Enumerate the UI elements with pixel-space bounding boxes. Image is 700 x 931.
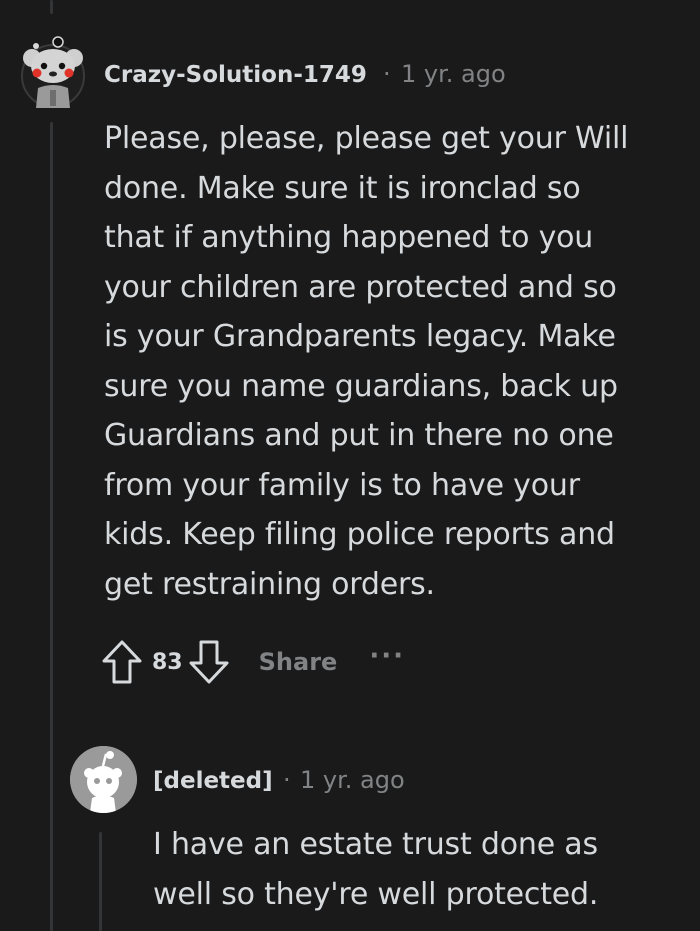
comment-separator: · xyxy=(383,60,391,88)
downvote-button[interactable] xyxy=(187,638,231,686)
comment-actions: 83 Share ··· xyxy=(100,638,405,686)
share-button[interactable]: Share xyxy=(259,648,338,676)
reply-separator: · xyxy=(283,766,291,794)
comment-timestamp[interactable]: 1 yr. ago xyxy=(401,60,506,88)
thread-line-reply[interactable] xyxy=(99,832,102,931)
thread-line-top[interactable] xyxy=(50,0,53,14)
downvote-icon xyxy=(189,640,229,684)
deleted-user-avatar-icon[interactable] xyxy=(70,746,137,813)
more-options-button[interactable]: ··· xyxy=(369,641,405,671)
comment-body: Please, please, please get your Will don… xyxy=(104,121,629,602)
reply-timestamp[interactable]: 1 yr. ago xyxy=(300,766,405,794)
reply-username[interactable]: [deleted] xyxy=(153,768,273,794)
snoo-avatar-icon[interactable] xyxy=(20,36,86,108)
upvote-icon xyxy=(102,640,142,684)
comment-username[interactable]: Crazy-Solution-1749 xyxy=(104,62,367,88)
reply-body: I have an estate trust done as well so t… xyxy=(153,827,599,912)
vote-count: 83 xyxy=(152,649,183,675)
thread-line-comment[interactable] xyxy=(50,122,53,931)
upvote-button[interactable] xyxy=(100,638,144,686)
